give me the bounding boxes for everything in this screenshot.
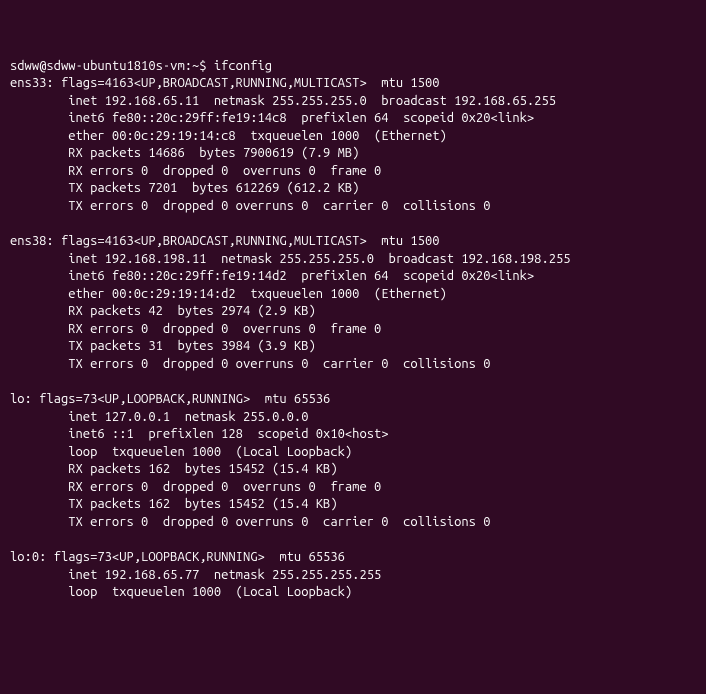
iface-line: TX packets 31 bytes 3984 (3.9 KB) [10, 338, 696, 356]
iface-line: RX errors 0 dropped 0 overruns 0 frame 0 [10, 479, 696, 497]
blank-line [10, 531, 696, 549]
iface-line: loop txqueuelen 1000 (Local Loopback) [10, 444, 696, 462]
iface-line: inet6 fe80::20c:29ff:fe19:14c8 prefixlen… [10, 110, 696, 128]
iface-line: inet6 ::1 prefixlen 128 scopeid 0x10<hos… [10, 426, 696, 444]
iface-line: RX errors 0 dropped 0 overruns 0 frame 0 [10, 163, 696, 181]
iface-line: RX packets 14686 bytes 7900619 (7.9 MB) [10, 145, 696, 163]
iface-header-lo:0: lo:0: flags=73<UP,LOOPBACK,RUNNING> mtu … [10, 549, 696, 567]
iface-line: inet 192.168.65.77 netmask 255.255.255.2… [10, 567, 696, 585]
iface-line: TX errors 0 dropped 0 overruns 0 carrier… [10, 514, 696, 532]
iface-line: inet 127.0.0.1 netmask 255.0.0.0 [10, 409, 696, 427]
iface-line: inet 192.168.65.11 netmask 255.255.255.0… [10, 93, 696, 111]
command-text: ifconfig [214, 59, 272, 73]
iface-line: ether 00:0c:29:19:14:c8 txqueuelen 1000 … [10, 128, 696, 146]
iface-line: TX packets 162 bytes 15452 (15.4 KB) [10, 496, 696, 514]
terminal-output[interactable]: sdww@sdww-ubuntu1810s-vm:~$ ifconfig ens3… [10, 58, 696, 602]
iface-line: inet 192.168.198.11 netmask 255.255.255.… [10, 251, 696, 269]
iface-line: inet6 fe80::20c:29ff:fe19:14d2 prefixlen… [10, 268, 696, 286]
iface-line: ether 00:0c:29:19:14:d2 txqueuelen 1000 … [10, 286, 696, 304]
blank-line [10, 216, 696, 234]
iface-line: RX packets 42 bytes 2974 (2.9 KB) [10, 303, 696, 321]
iface-line: RX packets 162 bytes 15452 (15.4 KB) [10, 461, 696, 479]
iface-line: TX errors 0 dropped 0 overruns 0 carrier… [10, 198, 696, 216]
blank-line [10, 373, 696, 391]
iface-line: loop txqueuelen 1000 (Local Loopback) [10, 584, 696, 602]
iface-line: RX errors 0 dropped 0 overruns 0 frame 0 [10, 321, 696, 339]
iface-header-lo: lo: flags=73<UP,LOOPBACK,RUNNING> mtu 65… [10, 391, 696, 409]
iface-line: TX errors 0 dropped 0 overruns 0 carrier… [10, 356, 696, 374]
iface-line: TX packets 7201 bytes 612269 (612.2 KB) [10, 180, 696, 198]
iface-header-ens38: ens38: flags=4163<UP,BROADCAST,RUNNING,M… [10, 233, 696, 251]
iface-header-ens33: ens33: flags=4163<UP,BROADCAST,RUNNING,M… [10, 75, 696, 93]
shell-prompt: sdww@sdww-ubuntu1810s-vm:~$ [10, 59, 214, 73]
